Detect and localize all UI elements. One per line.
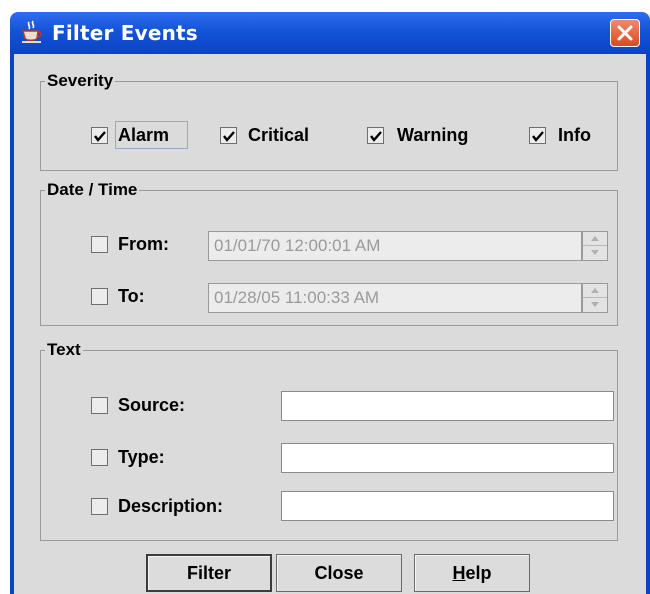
severity-legend: Severity [45,71,116,90]
title-bar[interactable]: Filter Events [10,12,650,54]
text-legend: Text [45,340,83,359]
description-label[interactable]: Description: [118,496,223,516]
description-checkbox[interactable] [91,498,108,515]
from-label[interactable]: From: [118,234,169,254]
help-button[interactable]: Help [414,554,530,592]
to-spin-down-button [583,298,607,312]
to-label[interactable]: To: [118,286,145,306]
chevron-up-icon [591,288,599,293]
java-coffee-icon [22,20,42,43]
dialog-body: Severity Alarm Critical Warning Info Dat… [10,54,650,594]
close-window-button[interactable] [610,19,640,47]
chevron-down-icon [591,302,599,307]
alarm-checkbox[interactable] [91,127,108,144]
checkmark-icon [94,131,106,142]
help-label-rest: elp [465,563,492,583]
source-label[interactable]: Source: [118,395,185,415]
chevron-down-icon [591,250,599,255]
from-date-field: 01/01/70 12:00:01 AM [208,231,582,261]
close-x-icon [617,25,633,41]
from-spinner [582,231,608,261]
checkmark-icon [223,131,235,142]
chevron-up-icon [591,236,599,241]
info-label[interactable]: Info [558,125,591,145]
to-checkbox[interactable] [91,288,108,305]
critical-checkbox[interactable] [220,127,237,144]
warning-label[interactable]: Warning [397,125,468,145]
from-spin-up-button [583,232,607,246]
source-input[interactable] [281,391,614,421]
to-date-field: 01/28/05 11:00:33 AM [208,283,582,313]
type-label[interactable]: Type: [118,447,165,467]
severity-group: Severity Alarm Critical Warning Info [40,72,618,171]
dialog-title: Filter Events [52,21,198,45]
source-checkbox[interactable] [91,397,108,414]
date-time-group: Date / Time From: 01/01/70 12:00:01 AM T… [40,181,618,326]
description-input[interactable] [281,491,614,521]
to-spinner [582,283,608,313]
warning-checkbox[interactable] [367,127,384,144]
help-mnemonic: H [452,563,466,583]
alarm-label[interactable]: Alarm [118,125,169,145]
filter-events-dialog: Filter Events Severity Alarm Critical Wa… [10,12,650,594]
text-group: Text Source: Type: Description: [40,341,618,541]
filter-button[interactable]: Filter [146,554,272,592]
critical-label[interactable]: Critical [248,125,309,145]
close-button[interactable]: Close [276,554,402,592]
from-spin-down-button [583,246,607,260]
checkmark-icon [370,131,382,142]
type-checkbox[interactable] [91,449,108,466]
checkmark-icon [532,131,544,142]
to-spin-up-button [583,284,607,298]
type-input[interactable] [281,443,614,473]
from-checkbox[interactable] [91,236,108,253]
date-time-legend: Date / Time [45,180,140,199]
info-checkbox[interactable] [529,127,546,144]
